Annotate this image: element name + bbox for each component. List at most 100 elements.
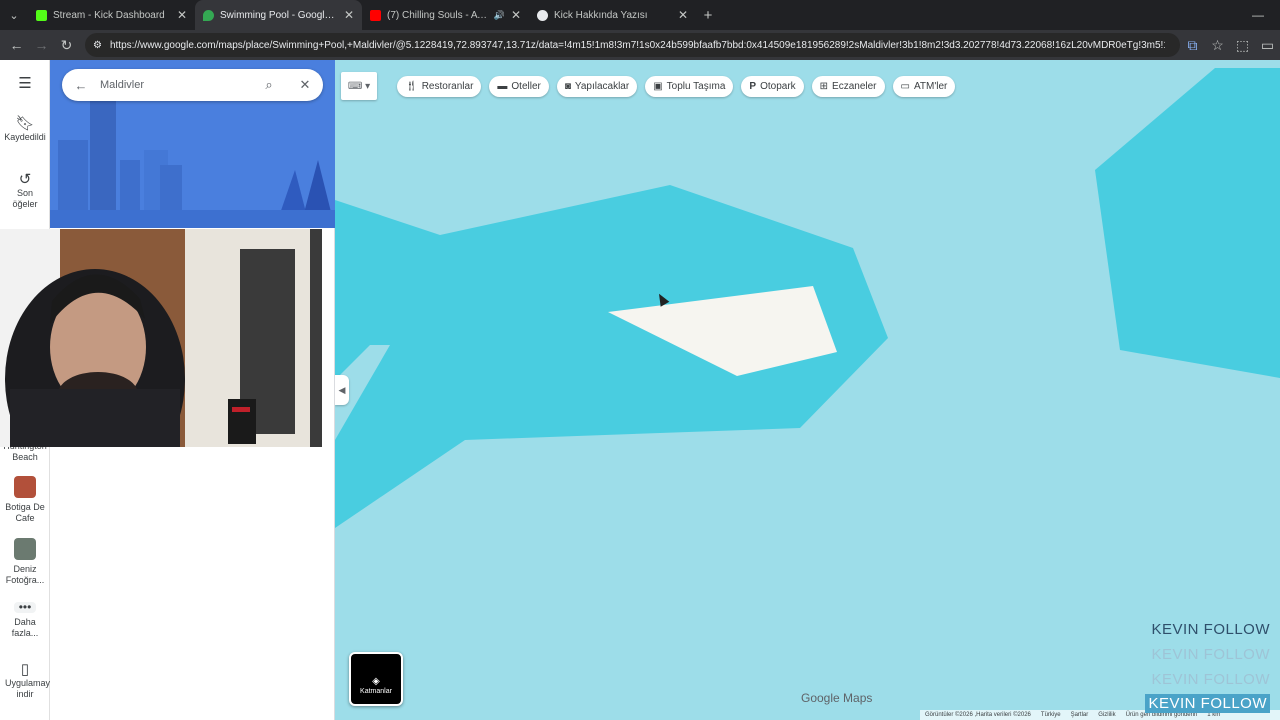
streamer-webcam-image (0, 229, 322, 447)
recent-place-deniz[interactable]: Deniz Fotoğra... (0, 538, 50, 586)
bookmark-icon: 🔖︎ (15, 115, 35, 132)
saved-button[interactable]: 🔖︎ Kaydedildi (0, 115, 50, 143)
back-icon[interactable]: ← (4, 37, 29, 53)
site-settings-icon[interactable]: ⚙ (93, 40, 102, 51)
kick-icon (36, 9, 47, 21)
recent-label: Son öğeler (12, 188, 38, 209)
minimize-button[interactable]: — (1252, 0, 1264, 30)
chip-hotels[interactable]: ▬ Oteller (489, 76, 549, 97)
tab-kick-dashboard[interactable]: Stream - Kick Dashboard ✕ (28, 0, 195, 30)
close-icon[interactable]: ✕ (344, 8, 354, 22)
chip-label: Oteller (511, 81, 541, 92)
close-icon[interactable]: ✕ (511, 8, 521, 22)
download-label: Uygulamayı indir (5, 678, 53, 699)
imagery-credit: Görüntüler ©2026 ,Harita verileri ©2026 (925, 712, 1031, 718)
train-icon: ▣ (653, 81, 663, 92)
place-thumbnail (14, 538, 36, 560)
stream-overlay-text: KEVIN FOLLOW (1145, 694, 1270, 713)
speaker-icon[interactable]: 🔊 (494, 10, 505, 21)
clear-icon[interactable]: ✕ (287, 77, 323, 93)
stream-overlay-text: KEVIN FOLLOW (1151, 646, 1270, 663)
recent-place-huntington[interactable]: Huntington Beach (0, 444, 50, 464)
place-thumbnail (14, 476, 36, 498)
more-dots-icon: ••• (14, 601, 36, 613)
chip-restaurants[interactable]: 🍴︎ Restoranlar (397, 76, 482, 97)
recent-place-botiga[interactable]: Botiga De Cafe (0, 476, 50, 524)
tab-title: (7) Chilling Souls - A Relaxin (387, 9, 490, 21)
layers-button[interactable]: ◈ Katmanlar (349, 652, 403, 706)
download-app-button[interactable]: ▯ Uygulamayı indir (0, 661, 53, 700)
search-icon[interactable]: ⌕ (251, 77, 287, 93)
phone-icon: ▯ (20, 661, 30, 678)
reload-icon[interactable]: ↻ (54, 37, 79, 54)
tab-google-maps[interactable]: Swimming Pool - Google Harita ✕ (195, 0, 362, 30)
history-icon: ↺ (18, 171, 32, 188)
tab-title: Swimming Pool - Google Harita (220, 9, 338, 21)
category-chips: 🍴︎ Restoranlar ▬ Oteller ◙ Yapılacaklar ▣ To… (397, 76, 956, 97)
back-arrow-icon[interactable]: ← (62, 78, 100, 93)
tab-search-icon[interactable]: ⌄ (0, 0, 28, 30)
chip-transit[interactable]: ▣ Toplu Taşıma (645, 76, 734, 97)
extensions-icon[interactable]: ⬚ (1230, 37, 1255, 54)
bookmark-star-icon[interactable]: ☆ (1205, 37, 1230, 54)
address-bar-row: ← → ↻ ⚙ https://www.google.com/maps/plac… (0, 30, 1280, 60)
bed-icon: ▬ (497, 81, 508, 92)
browser-tab-strip: ⌄ Stream - Kick Dashboard ✕ Swimming Poo… (0, 0, 1280, 30)
keyboard-shortcut-button[interactable]: ⌨ ▾ (341, 72, 377, 100)
place-label: Botiga De Cafe (5, 502, 45, 523)
map-canvas[interactable]: ⌨ ▾ 🍴︎ Restoranlar ▬ Oteller ◙ Yapılacaklar… (335, 60, 1280, 720)
forward-icon[interactable]: → (29, 37, 54, 53)
stream-overlay-text: KEVIN FOLLOW (1151, 671, 1270, 688)
sidepanel-icon[interactable]: ▭ (1255, 37, 1280, 54)
close-icon[interactable]: ✕ (177, 8, 187, 22)
chip-pharmacies[interactable]: ⊞ Eczaneler (811, 76, 885, 97)
more-button[interactable]: ••• Daha fazla... (0, 601, 50, 639)
chip-label: ATM'ler (913, 81, 948, 92)
collapse-panel-button[interactable]: ◀ (335, 375, 349, 405)
youtube-icon (370, 9, 381, 21)
new-tab-button[interactable]: + (696, 7, 720, 24)
map-lagoon-shapes (335, 68, 1280, 528)
stream-overlay-text: KEVIN FOLLOW (1151, 621, 1270, 638)
privacy-link[interactable]: Gizlilik (1098, 712, 1115, 718)
chip-parking[interactable]: P Otopark (741, 76, 804, 97)
url-text[interactable]: https://www.google.com/maps/place/Swimmi… (110, 40, 1165, 51)
city-illustration: ← Maldivler ⌕ ✕ (50, 60, 335, 228)
omnibox[interactable]: ⚙ https://www.google.com/maps/place/Swim… (85, 33, 1180, 57)
chip-label: Otopark (760, 81, 796, 92)
pharmacy-icon: ⊞ (819, 81, 829, 92)
search-input[interactable]: Maldivler (100, 79, 251, 91)
menu-icon[interactable]: ☰ (0, 76, 50, 92)
search-box[interactable]: ← Maldivler ⌕ ✕ (62, 69, 323, 101)
doc-icon (537, 9, 548, 21)
chevron-left-icon: ◀ (338, 384, 346, 395)
webcam-overlay (0, 229, 322, 447)
chip-things-to-do[interactable]: ◙ Yapılacaklar (556, 76, 638, 97)
place-label: Deniz Fotoğra... (5, 564, 45, 585)
camera-icon: ◙ (564, 81, 571, 92)
layers-icon: ◈ (372, 676, 380, 687)
translate-icon[interactable]: ⧉ (1180, 37, 1205, 54)
tab-kick-article[interactable]: Kick Hakkında Yazısı ✕ (529, 0, 696, 30)
more-label: Daha fazla... (11, 617, 39, 638)
close-icon[interactable]: ✕ (678, 8, 688, 22)
recent-button[interactable]: ↺ Son öğeler (0, 171, 50, 210)
atm-icon: ▭ (900, 81, 910, 92)
maps-pin-icon (203, 9, 214, 21)
terms-link[interactable]: Şartlar (1071, 712, 1089, 718)
tab-youtube[interactable]: (7) Chilling Souls - A Relaxin 🔊 ✕ (362, 0, 529, 30)
fork-knife-icon: 🍴︎ (405, 81, 418, 92)
layers-label: Katmanlar (360, 688, 392, 695)
tab-title: Stream - Kick Dashboard (53, 9, 165, 21)
region-link[interactable]: Türkiye (1041, 712, 1061, 718)
chip-label: Restoranlar (421, 81, 474, 92)
chip-label: Toplu Taşıma (666, 81, 726, 92)
saved-label: Kaydedildi (4, 132, 46, 142)
tab-title: Kick Hakkında Yazısı (554, 9, 648, 21)
chip-atms[interactable]: ▭ ATM'ler (892, 76, 956, 97)
chip-label: Eczaneler (832, 81, 877, 92)
google-maps-logo: Google Maps (801, 691, 873, 705)
keyboard-icon: ⌨ ▾ (347, 80, 371, 92)
parking-icon: P (749, 81, 757, 92)
chip-label: Yapılacaklar (574, 81, 630, 92)
